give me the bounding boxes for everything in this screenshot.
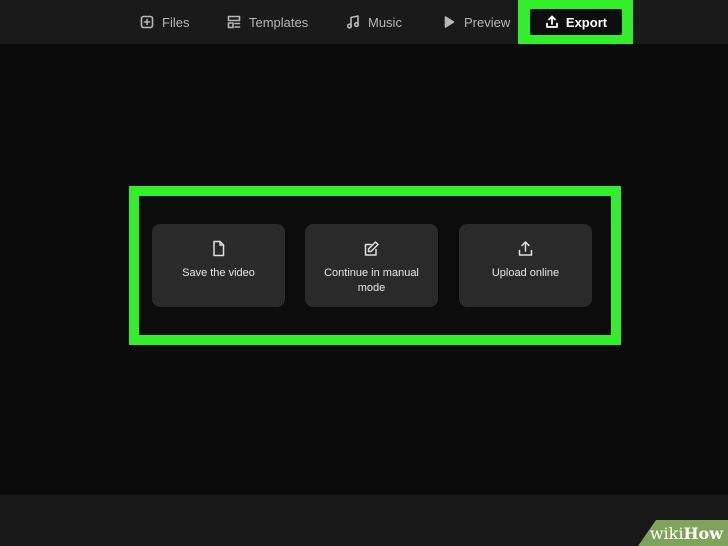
export-upload-icon	[546, 15, 558, 28]
export-button-label: Export	[565, 14, 608, 30]
save-video-button[interactable]: Save the video	[152, 224, 285, 307]
watermark-how: How	[683, 523, 723, 543]
tab-preview[interactable]: Preview	[442, 0, 510, 44]
document-icon	[213, 240, 225, 257]
templates-icon	[227, 15, 241, 29]
save-video-label: Save the video	[182, 267, 255, 279]
tab-files-label: Files	[162, 14, 190, 30]
upload-icon	[518, 241, 533, 256]
continue-manual-mode-label: Continue in manual mode	[324, 267, 419, 294]
play-icon	[444, 16, 455, 28]
tab-templates-label: Templates	[249, 14, 309, 30]
watermark-wiki: wiki	[649, 523, 684, 543]
tab-preview-label: Preview	[464, 14, 511, 30]
tab-templates[interactable]: Templates	[227, 0, 308, 44]
tab-files[interactable]: Files	[140, 0, 189, 44]
add-file-icon	[140, 15, 154, 29]
tab-music[interactable]: Music	[346, 0, 402, 44]
upload-online-label: Upload online	[491, 267, 560, 279]
upload-online-button[interactable]: Upload online	[459, 224, 592, 307]
music-note-icon	[346, 15, 360, 29]
continue-manual-mode-button[interactable]: Continue in manual mode	[305, 224, 438, 307]
footer-bar	[0, 495, 728, 546]
edit-icon	[364, 241, 379, 256]
tab-music-label: Music	[368, 14, 402, 30]
export-button[interactable]: Export	[530, 9, 622, 35]
